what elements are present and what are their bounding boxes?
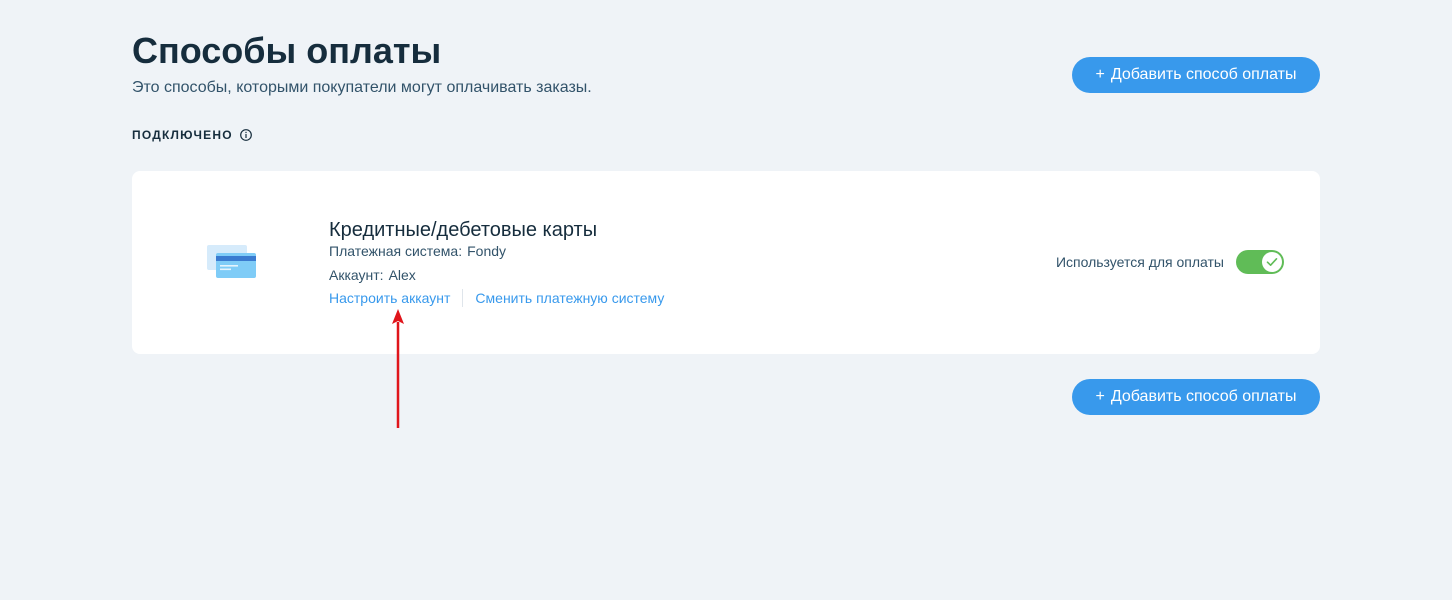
account-row: Аккаунт: Alex — [329, 266, 416, 284]
payment-method-links: Настроить аккаунт Сменить платежную сист… — [329, 289, 664, 307]
payment-method-card: Кредитные/дебетовые карты Платежная сист… — [132, 171, 1320, 354]
toggle-knob — [1262, 252, 1282, 272]
payment-system-value: Fondy — [467, 243, 507, 259]
payment-method-title: Кредитные/дебетовые карты — [329, 219, 598, 241]
payment-system-row: Платежная система: Fondy — [329, 242, 506, 260]
link-divider — [462, 289, 464, 307]
info-circle-icon[interactable] — [239, 129, 252, 141]
plus-icon: + — [1095, 66, 1105, 83]
section-connected: ПОДКЛЮЧЕНО — [132, 127, 252, 143]
add-payment-method-button-top[interactable]: + Добавить способ оплаты — [1072, 57, 1320, 93]
configure-account-link[interactable]: Настроить аккаунт — [329, 289, 450, 307]
usage-label: Используется для оплаты — [1055, 254, 1224, 270]
annotation-arrow-icon — [392, 309, 404, 428]
usage-toggle-row: Используется для оплаты — [1056, 250, 1284, 274]
add-payment-method-label: Добавить способ оплаты — [1110, 388, 1297, 405]
account-label: Аккаунт: — [329, 267, 384, 283]
plus-icon: + — [1095, 388, 1105, 405]
credit-card-icon — [205, 241, 259, 281]
used-for-payment-toggle[interactable] — [1236, 250, 1284, 274]
change-payment-system-link[interactable]: Сменить платежную систему — [475, 289, 664, 307]
add-payment-method-button-bottom[interactable]: + Добавить способ оплаты — [1072, 379, 1320, 415]
page-title: Способы оплаты — [132, 30, 442, 71]
account-value: Alex — [388, 267, 416, 283]
page-subtitle: Это способы, которыми покупатели могут о… — [132, 79, 592, 96]
checkmark-icon — [1266, 258, 1278, 266]
add-payment-method-label: Добавить способ оплаты — [1110, 66, 1297, 83]
payment-system-label: Платежная система: — [329, 243, 463, 259]
section-label: ПОДКЛЮЧЕНО — [132, 128, 233, 142]
